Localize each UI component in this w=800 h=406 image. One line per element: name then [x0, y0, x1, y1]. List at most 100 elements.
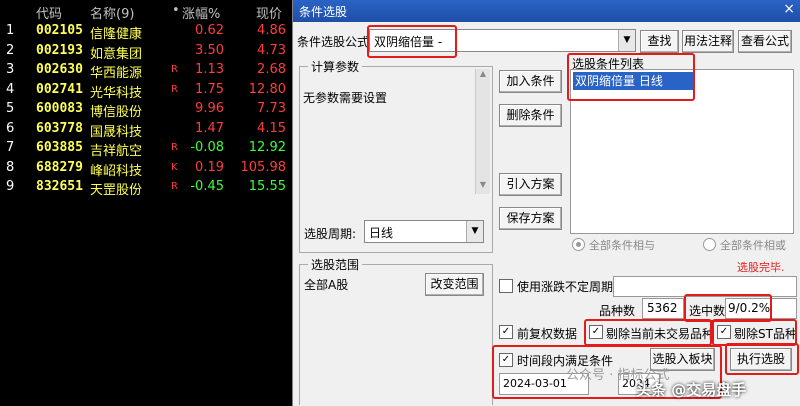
params-scrollbar[interactable]: ▲ ▼ [475, 69, 490, 194]
stock-code: 603778 [36, 120, 83, 136]
stock-change: 1.75 [195, 81, 224, 97]
stock-row[interactable]: 7 603885 吉祥航空 R -0.08 12.92 [0, 139, 292, 159]
stock-code: 688279 [36, 159, 83, 175]
stock-row[interactable]: 1 002105 信隆健康 0.62 4.86 [0, 22, 292, 42]
period-value: 日线 [369, 226, 394, 240]
radio-or-label: 全部条件相或 [720, 239, 786, 252]
stock-row[interactable]: 6 603778 国晟科技 1.47 4.15 [0, 120, 292, 140]
stock-price: 105.98 [240, 159, 287, 175]
chevron-down-icon[interactable]: ▼ [466, 221, 483, 242]
stock-row[interactable]: 2 002193 如意集团 3.50 4.73 [0, 42, 292, 62]
stock-name: 峰岹科技 [90, 163, 143, 179]
stock-price: 15.55 [248, 179, 286, 194]
stock-name: 如意集团 [90, 46, 143, 62]
period-label: 选股周期: [304, 227, 357, 241]
unfixed-period-checkbox[interactable] [499, 279, 513, 293]
stock-code: 002630 [36, 62, 83, 77]
condition-select-dialog: 条件选股 × 条件选股公式 双阴缩倍量 - ▼ 查找 用法注释 查看公式 计算参… [292, 0, 800, 406]
dialog-titlebar: 条件选股 × [293, 0, 800, 22]
highlight-exclude-untraded [584, 319, 712, 346]
stock-price: 4.15 [257, 120, 286, 136]
stock-code: 002193 [36, 42, 83, 58]
stock-code: 603885 [36, 140, 83, 155]
row-index: 6 [6, 120, 15, 136]
stock-row[interactable]: 4 002741 光华科技 R 1.75 12.80 [0, 81, 292, 101]
stock-name: 国晟科技 [90, 124, 143, 140]
scroll-up-icon[interactable]: ▲ [476, 69, 490, 83]
stock-change: 0.19 [195, 159, 224, 175]
stock-code: 600083 [36, 101, 83, 116]
header-code[interactable]: 代码 [36, 3, 62, 22]
save-plan-button[interactable]: 保存方案 [499, 207, 562, 230]
stock-price: 7.73 [257, 101, 286, 116]
status-text: 选股完毕. [737, 261, 785, 274]
params-group-title: 计算参数 [308, 58, 363, 75]
change-range-button[interactable]: 改变范围 [425, 273, 484, 296]
row-index: 3 [6, 62, 15, 77]
row-index: 7 [6, 140, 15, 155]
stock-row[interactable]: 8 688279 峰岹科技 K 0.19 105.98 [0, 159, 292, 179]
import-plan-button[interactable]: 引入方案 [499, 173, 562, 196]
stock-change: 0.62 [195, 23, 224, 38]
params-group: 计算参数 无参数需要设置 ▲ ▼ 选股周期: 日线 ▼ [299, 58, 493, 253]
close-icon[interactable]: × [783, 1, 795, 17]
stock-change: -0.08 [190, 140, 224, 155]
highlight-execute [725, 343, 799, 375]
range-group-title: 选股范围 [308, 256, 363, 273]
count-value: 5362 [647, 301, 678, 315]
chevron-down-icon[interactable]: ▼ [618, 30, 635, 51]
stock-row[interactable]: 5 600083 博信股份 9.96 7.73 [0, 100, 292, 120]
formula-label: 条件选股公式 [297, 35, 370, 49]
stock-price: 2.68 [257, 62, 286, 77]
highlight-formula [367, 25, 457, 58]
count-field: 5362 [642, 298, 684, 319]
row-index: 9 [6, 179, 15, 194]
count-label: 品种数 [599, 304, 636, 318]
stock-list-panel: 代码 名称(9) • 涨幅% 现价 1 002105 信隆健康 0.62 4.86 2 00… [0, 0, 292, 406]
stock-name: 信隆健康 [90, 27, 143, 42]
stock-flag: R [171, 83, 178, 95]
radio-and-label: 全部条件相与 [589, 239, 655, 252]
radio-or[interactable] [703, 238, 716, 251]
header-price[interactable]: 现价 [256, 3, 282, 22]
row-index: 5 [6, 101, 15, 116]
header-name[interactable]: 名称(9) [90, 3, 134, 22]
highlight-selected [684, 294, 772, 322]
no-params-text: 无参数需要设置 [303, 91, 388, 105]
dialog-title: 条件选股 [299, 5, 348, 19]
stock-name: 华西能源 [90, 66, 143, 81]
stock-flag: R [171, 181, 178, 192]
stock-price: 12.92 [248, 140, 286, 155]
stock-row[interactable]: 9 832651 天罡股份 R -0.45 15.55 [0, 178, 292, 198]
delete-condition-button[interactable]: 删除条件 [499, 104, 562, 127]
scroll-down-icon[interactable]: ▼ [476, 180, 490, 194]
row-index: 8 [6, 159, 15, 175]
highlight-cond-list [567, 53, 695, 101]
usage-button[interactable]: 用法注释 [682, 30, 734, 53]
add-condition-button[interactable]: 加入条件 [499, 70, 562, 93]
stock-name: 光华科技 [90, 85, 143, 101]
header-change[interactable]: 涨幅% [182, 3, 220, 22]
fq-checkbox[interactable]: ✓ [499, 325, 513, 339]
stock-code: 002105 [36, 23, 83, 38]
stock-list-header: 代码 名称(9) • 涨幅% 现价 [0, 0, 292, 22]
stock-name: 天罡股份 [90, 183, 143, 198]
stock-price: 4.73 [257, 42, 286, 58]
row-index: 4 [6, 81, 15, 97]
view-formula-button[interactable]: 查看公式 [738, 30, 792, 53]
period-select[interactable]: 日线 ▼ [364, 220, 484, 243]
range-group: 选股范围 全部A股 改变范围 [299, 256, 493, 405]
header-dot: • [172, 3, 180, 18]
stock-change: 1.13 [195, 62, 224, 77]
stock-change: 3.50 [195, 42, 224, 58]
stock-flag: R [171, 64, 178, 75]
unfixed-period-label: 使用涨跌不定周期 [517, 280, 614, 294]
row-index: 2 [6, 42, 15, 58]
stock-change: 1.47 [195, 120, 224, 136]
radio-and[interactable] [572, 238, 585, 251]
find-button[interactable]: 查找 [640, 30, 679, 53]
stock-code: 002741 [36, 81, 83, 97]
stock-row[interactable]: 3 002630 华西能源 R 1.13 2.68 [0, 61, 292, 81]
stock-name: 博信股份 [90, 105, 143, 120]
row-index: 1 [6, 23, 15, 38]
